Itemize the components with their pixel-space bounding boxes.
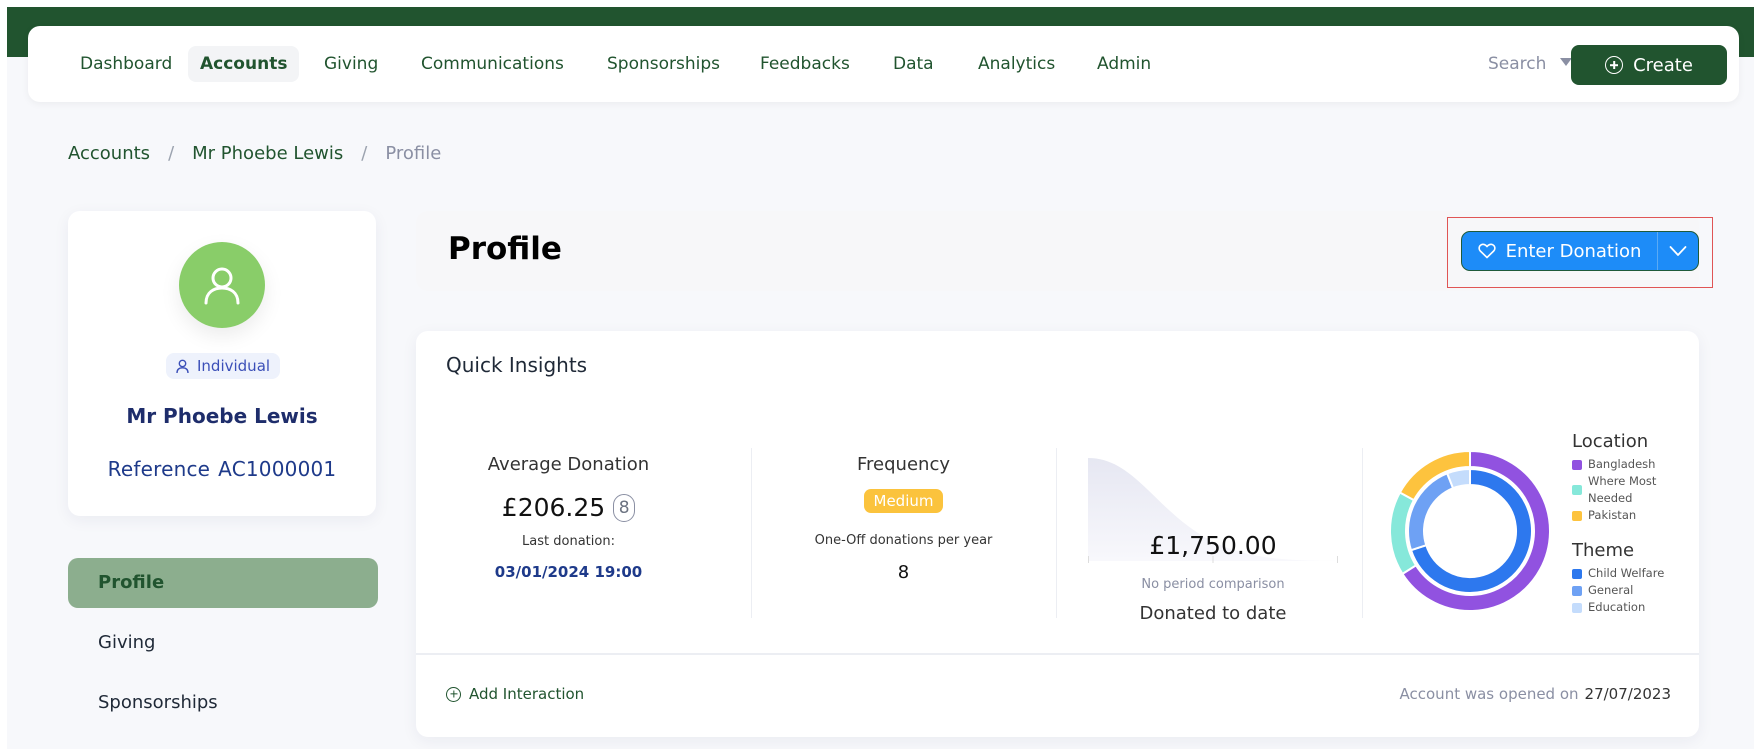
legend-title-location: Location [1572,431,1649,452]
reference-label: Reference [107,457,211,481]
add-interaction-label: Add Interaction [469,685,585,703]
side-menu-giving[interactable]: Giving [68,618,378,668]
donated-to-date-label: Donated to date [1139,603,1287,624]
donated-to-date-metric: £1,750.00 No period comparison Donated t… [1088,456,1338,626]
nav-data[interactable]: Data [881,46,946,82]
legend-swatch [1572,485,1582,495]
avatar [179,242,265,328]
reference-value: AC1000001 [218,457,337,481]
legend-item: Where Most Needed [1572,473,1692,507]
add-interaction-link[interactable]: Add Interaction [446,685,584,703]
legend-swatch [1572,510,1582,521]
enter-donation-label: Enter Donation [1505,240,1642,262]
metric-divider [1056,448,1057,618]
chevron-down-icon [1669,246,1687,256]
last-donation-label: Last donation: [522,534,615,549]
breadcrumb-separator: / [168,143,175,164]
donation-options-dropdown[interactable] [1658,232,1698,270]
legend-label: General [1588,583,1634,597]
nav-communications[interactable]: Communications [409,46,576,82]
page-title: Profile [448,231,562,267]
average-donation-value: £206.25 [501,493,606,522]
side-menu-profile[interactable]: Profile [68,558,378,608]
opened-date: 27/07/2023 [1584,685,1671,703]
legend-label: Pakistan [1588,508,1637,522]
nav-accounts[interactable]: Accounts [188,46,300,82]
legend-label: Where Most Needed [1588,474,1657,505]
quick-insights-card: Quick Insights Average Donation £206.25 … [416,331,1699,737]
donations-breakdown-chart [1389,449,1551,612]
profile-card: Individual Mr Phoebe Lewis Reference AC10… [68,211,376,516]
side-menu-sponsorships[interactable]: Sponsorships [68,678,378,728]
frequency-metric: Frequency Medium One-Off donations per y… [751,448,1056,618]
plus-circle-icon [1605,56,1624,74]
create-button[interactable]: Create [1571,45,1727,85]
legend-item: Pakistan [1572,507,1692,524]
legend-label: Bangladesh [1588,457,1656,471]
insights-footer: Add Interaction Account was opened on 27/… [416,653,1699,737]
enter-donation-button[interactable]: Enter Donation [1462,232,1658,270]
nav-giving[interactable]: Giving [312,46,390,82]
opened-label: Account was opened on [1399,685,1579,703]
plus-circle-icon [446,686,461,702]
breadcrumb: Accounts / Mr Phoebe Lewis / Profile [68,143,441,164]
legend-label: Education [1588,600,1646,614]
person-icon [176,359,189,373]
frequency-label: Frequency [857,454,950,475]
legend-swatch [1572,459,1582,470]
legend-item: Bangladesh [1572,456,1692,473]
profile-reference: Reference AC1000001 [68,457,376,481]
metric-divider [1362,448,1363,618]
account-type-badge: Individual [166,353,281,379]
average-donation-metric: Average Donation £206.25 8 Last donation… [416,448,721,618]
nav-admin[interactable]: Admin [1085,46,1163,82]
breadcrumb-account-name[interactable]: Mr Phoebe Lewis [192,143,343,164]
legend-swatch [1572,568,1582,579]
legend-swatch [1572,585,1582,596]
heart-icon [1477,243,1496,259]
user-icon [204,267,240,305]
breadcrumb-accounts[interactable]: Accounts [68,143,150,164]
breadcrumb-separator: / [361,143,368,164]
account-opened-info: Account was opened on 27/07/2023 [1400,685,1671,703]
legend-item: Education [1572,599,1692,616]
top-navbar: Dashboard Accounts Giving Communications… [28,26,1739,102]
legend-item: General [1572,582,1692,599]
search-dropdown[interactable]: Search [1488,46,1573,82]
legend-label: Child Welfare [1588,566,1665,580]
donated-to-date-value: £1,750.00 [1149,531,1277,560]
nav-feedbacks[interactable]: Feedbacks [748,46,862,82]
legend-swatch [1572,602,1582,613]
period-comparison: No period comparison [1141,577,1285,592]
enter-donation-split-button: Enter Donation [1461,231,1699,271]
nav-analytics[interactable]: Analytics [966,46,1067,82]
donation-count-badge: 8 [613,493,636,522]
nav-sponsorships[interactable]: Sponsorships [595,46,732,82]
average-donation-label: Average Donation [487,454,650,475]
insights-title: Quick Insights [446,353,588,377]
breadcrumb-current: Profile [385,143,442,164]
frequency-sub-label: One-Off donations per year [814,533,993,548]
legend-item: Child Welfare [1572,565,1692,582]
average-donation-value-row: £206.25 8 [416,493,721,522]
search-label: Search [1488,54,1547,74]
last-donation-date: 03/01/2024 19:00 [494,563,643,581]
frequency-value: 8 [897,562,910,583]
donut-chart-svg [1389,449,1551,612]
create-button-label: Create [1633,54,1693,76]
account-type-label: Individual [197,357,271,375]
profile-name: Mr Phoebe Lewis [126,404,318,428]
nav-dashboard[interactable]: Dashboard [68,46,184,82]
chart-legend: Location Bangladesh Where Most Needed Pa… [1572,431,1692,616]
frequency-badge: Medium [863,489,944,513]
legend-title-theme: Theme [1572,540,1635,561]
